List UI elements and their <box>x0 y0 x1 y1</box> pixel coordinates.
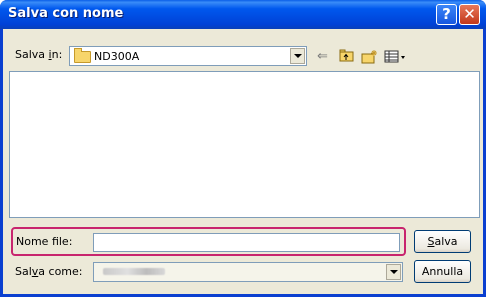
help-button[interactable]: ? <box>436 4 457 25</box>
chevron-down-icon[interactable] <box>290 48 305 64</box>
back-arrow-icon[interactable]: ⇐ <box>317 49 328 65</box>
save-as-dialog: Salva con nome ? ✕ Salva in: ND300A ⇐ No… <box>0 0 486 297</box>
folder-icon <box>74 48 91 63</box>
save-as-type-label: Salva come: <box>15 265 83 278</box>
filename-input[interactable] <box>93 233 400 252</box>
save-button[interactable]: Salva <box>414 230 471 253</box>
close-button[interactable]: ✕ <box>459 4 480 25</box>
save-as-type-dropdown[interactable] <box>93 262 403 282</box>
file-list[interactable] <box>9 71 480 218</box>
up-folder-icon[interactable] <box>339 49 355 65</box>
chevron-down-icon[interactable] <box>386 264 401 280</box>
view-menu-icon[interactable] <box>384 49 408 65</box>
dialog-title: Salva con nome <box>8 6 124 21</box>
close-icon: ✕ <box>463 5 476 23</box>
filename-label: Nome file: <box>16 235 73 248</box>
title-bar[interactable]: Salva con nome ? ✕ <box>0 0 486 29</box>
cancel-button[interactable]: Annulla <box>414 260 471 283</box>
new-folder-icon[interactable] <box>361 49 379 65</box>
current-folder-name: ND300A <box>94 50 140 63</box>
redacted-file-type <box>103 268 165 275</box>
save-in-label: Salva in: <box>15 48 63 61</box>
save-in-dropdown[interactable]: ND300A <box>69 46 307 66</box>
help-icon: ? <box>442 5 451 23</box>
